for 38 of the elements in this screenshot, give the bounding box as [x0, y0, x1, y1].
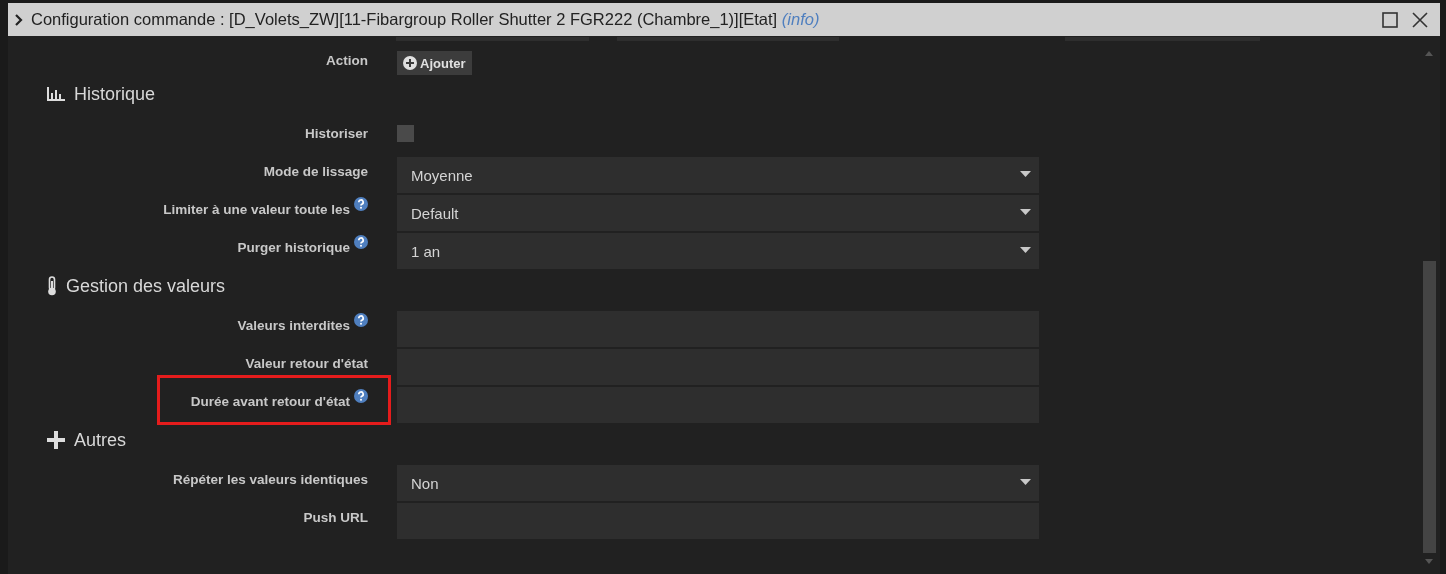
chevron-icon[interactable]: [14, 13, 23, 26]
caret-icon: [1020, 209, 1031, 215]
plus-circle-icon: [403, 56, 417, 70]
field-label: Durée avant retour d'état: [190, 394, 350, 409]
dropdown[interactable]: Default: [397, 195, 1039, 231]
field-label: Limiter à une valeur toute les: [163, 202, 350, 217]
section-heading: Gestion des valeurs: [66, 275, 226, 297]
plus-icon: [47, 431, 65, 449]
section-heading: Historique: [74, 83, 156, 105]
field-label: Valeur retour d'état: [245, 356, 368, 371]
add-button[interactable]: Ajouter: [397, 51, 472, 75]
thermometer-icon: [47, 276, 57, 296]
help-icon[interactable]: [354, 389, 368, 403]
section-heading: Autres: [74, 429, 127, 451]
window-title: Configuration commande : [D_Volets_ZW][11-Fibargroup Roller Shutter 2 FGR222 (Chambre_1)][Etat] (info): [31, 10, 820, 29]
field-label: Purger historique: [237, 240, 350, 255]
dropdown[interactable]: Non: [397, 465, 1039, 501]
help-icon[interactable]: [354, 313, 368, 327]
help-icon[interactable]: [354, 235, 368, 249]
field-label: Valeurs interdites: [237, 318, 350, 333]
field-label: Historiser: [304, 126, 368, 141]
maximize-icon[interactable]: [1382, 11, 1398, 28]
caret-icon: [1020, 479, 1031, 485]
help-icon[interactable]: [354, 197, 368, 211]
caret-icon: [1020, 171, 1031, 177]
field-label: Mode de lissage: [263, 164, 368, 179]
checkbox[interactable]: [397, 125, 414, 142]
close-icon[interactable]: [1412, 11, 1428, 28]
field-label: Répéter les valeurs identiques: [172, 472, 368, 487]
bar-chart-icon: [47, 87, 65, 101]
scroll-down-icon[interactable]: [1425, 559, 1433, 564]
dropdown[interactable]: Moyenne: [397, 157, 1039, 193]
caret-icon: [1020, 247, 1031, 253]
field-label: Push URL: [303, 510, 368, 525]
field-label: Action: [325, 52, 368, 70]
scrollbar-thumb[interactable]: [1423, 261, 1436, 553]
scroll-up-icon[interactable]: [1425, 51, 1433, 56]
dropdown[interactable]: 1 an: [397, 233, 1039, 269]
